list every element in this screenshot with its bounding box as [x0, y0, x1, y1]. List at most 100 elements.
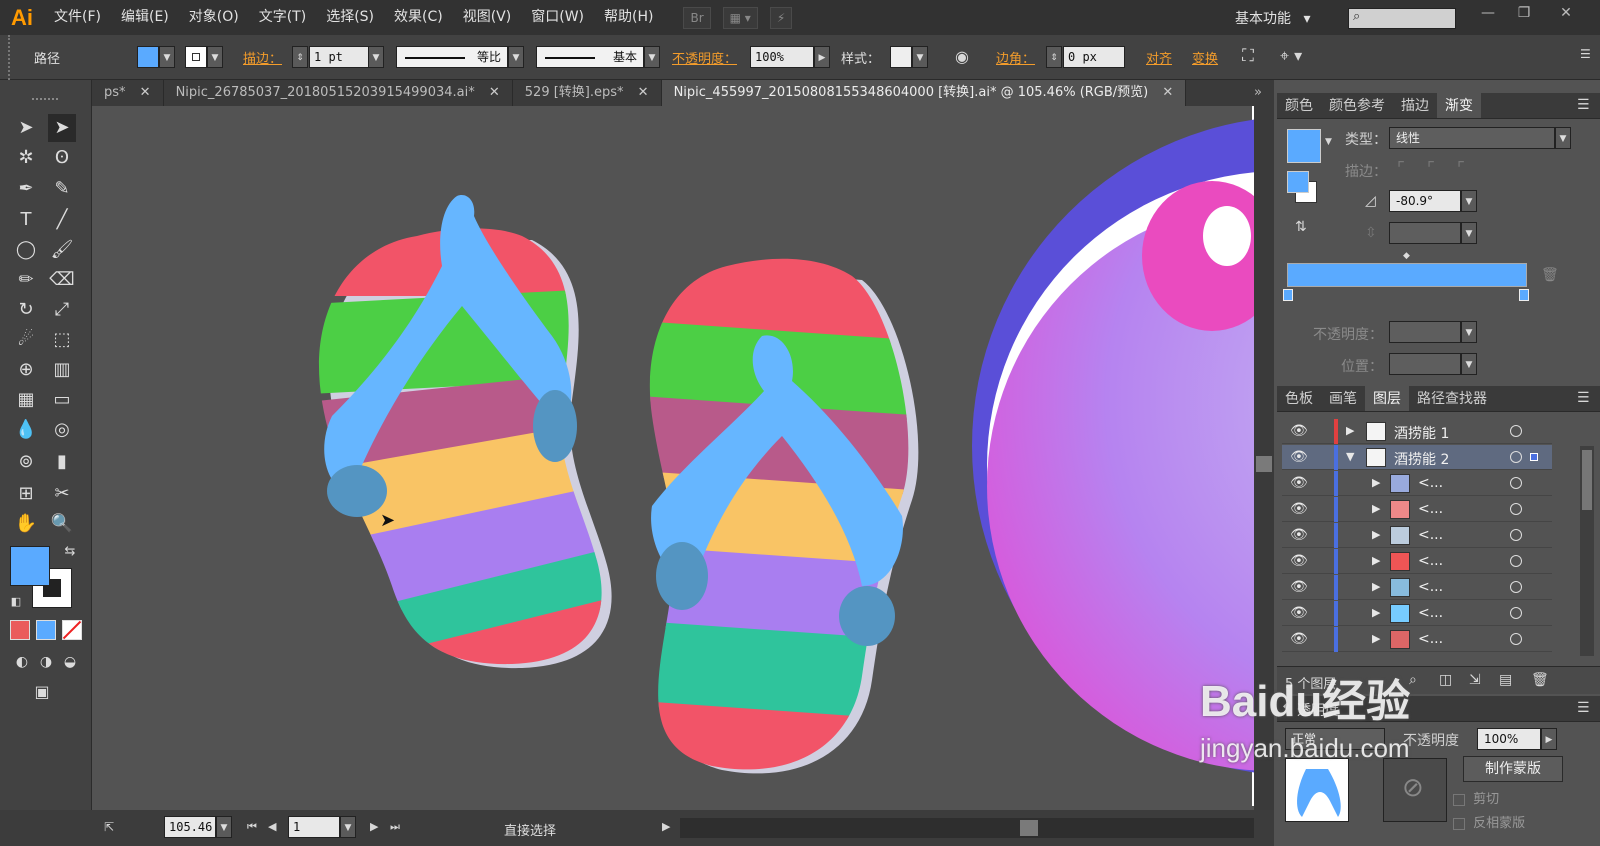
menu-type[interactable]: 文字(T) — [249, 0, 316, 35]
layer-target-icon[interactable] — [1510, 555, 1522, 567]
gradient-mode-button[interactable] — [36, 620, 56, 640]
bridge-button[interactable]: Br — [683, 6, 711, 29]
transform-link[interactable]: 变换 — [1192, 48, 1218, 67]
menu-file[interactable]: 文件(F) — [44, 0, 111, 35]
stroke-within-icon[interactable]: ⌜ — [1397, 159, 1405, 179]
gradient-fill-swatch[interactable] — [1287, 129, 1321, 163]
sublayer-row[interactable]: 👁 ▶ <... — [1282, 601, 1552, 626]
page-field[interactable]: 1 — [288, 816, 340, 838]
collapse-arrow-icon[interactable]: ▼ — [1346, 450, 1354, 463]
canvas-area[interactable]: ➤ — [92, 106, 1274, 806]
free-transform-tool-icon[interactable]: ⬚ — [48, 326, 76, 354]
expand-arrow-icon[interactable]: ▶ — [1372, 476, 1380, 489]
layer-target-icon[interactable] — [1510, 477, 1522, 489]
gradient-swatch-dropdown-icon[interactable]: ▼ — [1325, 137, 1332, 147]
invert-mask-checkbox-row[interactable]: 反相蒙版 — [1453, 812, 1525, 831]
last-page-icon[interactable]: ⏭ — [390, 820, 400, 834]
type-tool-icon[interactable]: T — [12, 206, 40, 234]
brush-definition[interactable]: 基本 — [536, 46, 644, 68]
status-menu-icon[interactable]: ▶ — [662, 820, 670, 833]
layer-target-icon[interactable] — [1510, 451, 1522, 463]
scroll-thumb[interactable] — [1256, 456, 1272, 472]
menu-select[interactable]: 选择(S) — [316, 0, 384, 35]
menu-edit[interactable]: 编辑(E) — [111, 0, 179, 35]
menu-object[interactable]: 对象(O) — [179, 0, 249, 35]
layer-name[interactable]: <... — [1418, 475, 1443, 491]
gradient-slider[interactable] — [1287, 263, 1527, 287]
layer-target-icon[interactable] — [1510, 581, 1522, 593]
stop-opacity-dropdown-icon[interactable]: ▼ — [1461, 321, 1477, 343]
stop-opacity-field[interactable] — [1389, 321, 1461, 343]
magic-wand-tool-icon[interactable]: ✲ — [12, 144, 40, 172]
pencil-tool-icon[interactable]: ✏ — [12, 266, 40, 294]
layer-name[interactable]: <... — [1418, 579, 1443, 595]
stop-position-field[interactable] — [1389, 353, 1461, 375]
sublayer-row[interactable]: 👁 ▶ <... — [1282, 497, 1552, 522]
expand-arrow-icon[interactable]: ▶ — [1372, 606, 1380, 619]
layers-scrollbar[interactable] — [1580, 446, 1594, 656]
layer-name[interactable]: 酒捞能 2 — [1394, 449, 1449, 469]
artboard-nav-icon[interactable]: ⇱ — [104, 820, 114, 834]
panel-menu-icon[interactable]: ☰ — [1577, 97, 1590, 113]
eraser-tool-icon[interactable]: ⌫ — [48, 266, 76, 294]
line-segment-tool-icon[interactable]: ╱ — [48, 206, 76, 234]
visibility-eye-icon[interactable]: 👁 — [1290, 475, 1308, 491]
gpu-performance-icon[interactable]: ⚡ — [769, 6, 793, 29]
visibility-eye-icon[interactable]: 👁 — [1290, 579, 1308, 595]
aspect-dropdown-icon[interactable]: ▼ — [1461, 222, 1477, 244]
opacity-label[interactable]: 不透明度： — [672, 48, 737, 67]
artboard-tool-icon[interactable]: ⊞ — [12, 480, 40, 508]
delete-layer-icon[interactable]: 🗑 — [1531, 672, 1549, 688]
next-page-icon[interactable]: ▶ — [370, 820, 378, 833]
gradient-stop-left[interactable] — [1283, 289, 1293, 301]
stroke-swatch[interactable] — [185, 46, 207, 68]
close-icon[interactable]: ✕ — [638, 85, 649, 100]
scale-tool-icon[interactable]: ⤢ — [48, 296, 76, 324]
angle-field[interactable]: -80.9° — [1389, 190, 1461, 212]
rotate-tool-icon[interactable]: ↻ — [12, 296, 40, 324]
corner-stepper-icon[interactable]: ⇕ — [1046, 46, 1062, 68]
layer-name[interactable]: <... — [1418, 631, 1443, 647]
close-icon[interactable]: ✕ — [1162, 85, 1173, 100]
close-window-button[interactable]: ✕ — [1554, 5, 1578, 25]
stroke-dropdown-icon[interactable]: ▼ — [207, 46, 223, 68]
paintbrush-tool-icon[interactable]: 🖌 — [48, 236, 76, 264]
layer-name[interactable]: <... — [1418, 553, 1443, 569]
tab-document-1[interactable]: ps* ✕ — [92, 80, 164, 106]
horizontal-scrollbar[interactable] — [680, 818, 1254, 838]
menu-window[interactable]: 窗口(W) — [521, 0, 594, 35]
sublayer-row[interactable]: 👁 ▶ <... — [1282, 627, 1552, 652]
pen-tool-icon[interactable]: ✒ — [12, 175, 40, 203]
layer-target-icon[interactable] — [1510, 529, 1522, 541]
minimize-button[interactable]: — — [1476, 5, 1500, 25]
slice-tool-icon[interactable]: ✂ — [48, 480, 76, 508]
stroke-across-icon[interactable]: ⌜ — [1457, 159, 1465, 179]
none-mode-button[interactable] — [62, 620, 82, 640]
gradient-stop-right[interactable] — [1519, 289, 1529, 301]
new-layer-icon[interactable]: ▤ — [1499, 672, 1512, 688]
control-bar-grip[interactable] — [8, 35, 12, 80]
fill-mini-swatch[interactable] — [1287, 171, 1309, 193]
direct-selection-tool-icon[interactable]: ➤ — [48, 114, 76, 142]
gradient-type-dropdown-icon[interactable]: ▼ — [1555, 127, 1571, 149]
sublayer-row[interactable]: 👁 ▶ <... — [1282, 523, 1552, 548]
zoom-tool-icon[interactable]: 🔍 — [48, 510, 76, 538]
stroke-weight-stepper-icon[interactable]: ⇕ — [292, 46, 308, 68]
stroke-along-icon[interactable]: ⌜ — [1427, 159, 1435, 179]
page-dropdown-icon[interactable]: ▼ — [340, 816, 356, 838]
opacity-arrow-icon[interactable]: ▶ — [814, 46, 830, 68]
control-bar-menu-icon[interactable]: ☰ — [1580, 47, 1591, 61]
ellipse-tool-icon[interactable]: ◯ — [12, 236, 40, 264]
clip-checkbox[interactable] — [1453, 793, 1465, 806]
tab-color-guide[interactable]: 颜色参考 — [1321, 93, 1393, 118]
fill-swatch[interactable] — [137, 46, 159, 68]
tab-stroke[interactable]: 描边 — [1393, 93, 1437, 118]
expand-arrow-icon[interactable]: ▶ — [1372, 528, 1380, 541]
stroke-weight-dropdown-icon[interactable]: ▼ — [368, 46, 384, 68]
menu-help[interactable]: 帮助(H) — [594, 0, 663, 35]
selection-tool-icon[interactable]: ➤ — [12, 114, 40, 142]
layer-target-icon[interactable] — [1510, 503, 1522, 515]
curvature-tool-icon[interactable]: ✎ — [48, 175, 76, 203]
zoom-dropdown-icon[interactable]: ▼ — [216, 816, 232, 838]
workspace-switcher[interactable]: 基本功能 ▾ — [1235, 8, 1310, 28]
